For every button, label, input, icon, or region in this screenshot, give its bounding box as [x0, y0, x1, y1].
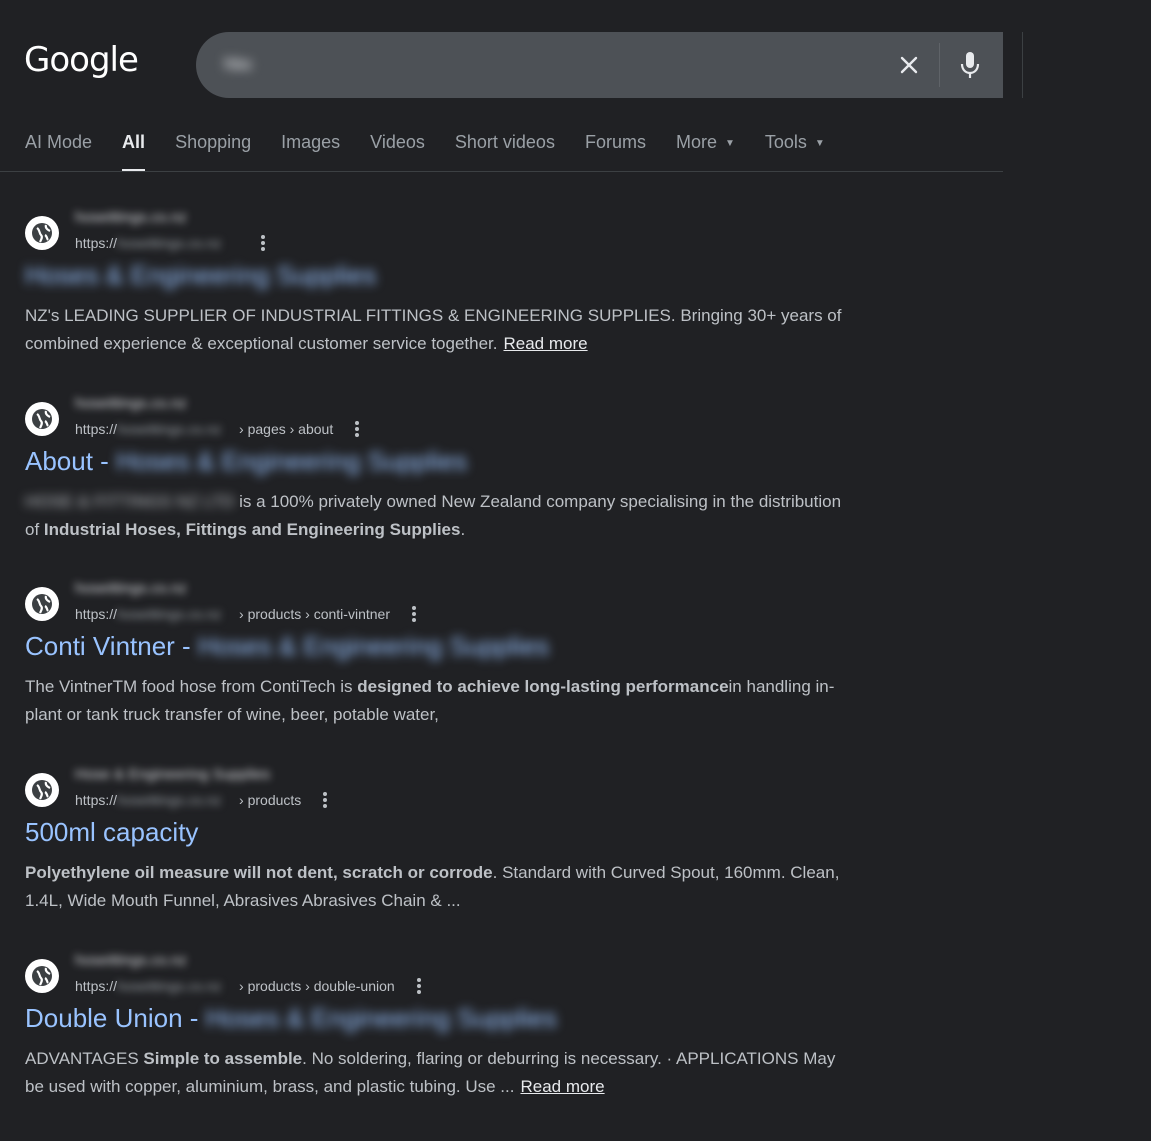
- url-domain: hoseittings.co.nz: [117, 978, 222, 994]
- snippet-text: NZ's LEADING SUPPLIER OF INDUSTRIAL FITT…: [25, 306, 842, 353]
- search-box[interactable]: hbc: [196, 32, 1003, 98]
- header: Google hbc AI Mode All Shopping Images V…: [0, 0, 1151, 172]
- more-options-icon[interactable]: [261, 235, 266, 251]
- url-prefix: https://: [75, 792, 118, 808]
- close-icon[interactable]: [894, 50, 924, 80]
- tab-forums[interactable]: Forums: [585, 132, 646, 172]
- url-domain: hoseittings.co.nz: [117, 606, 222, 622]
- url-path: › products: [239, 792, 302, 808]
- url-domain: hoseittings.co.nz: [117, 421, 222, 437]
- tab-short-videos[interactable]: Short videos: [455, 132, 555, 172]
- tab-label: Videos: [370, 132, 425, 152]
- title-text: About -: [25, 446, 117, 476]
- title-site: Hoses & Engineering Supplies: [25, 260, 377, 290]
- url-domain: hoseittings.co.nz: [117, 792, 222, 808]
- tab-label: Short videos: [454, 132, 555, 152]
- site-name: Hose & Engineering Supplies: [75, 766, 271, 783]
- result-title[interactable]: About - Hoses & Engineering Supplies: [25, 446, 467, 477]
- site-name: hoseittings.co.nz: [75, 580, 187, 597]
- globe-icon: [25, 402, 59, 436]
- search-tabs: AI Mode All Shopping Images Videos Short…: [25, 132, 855, 172]
- search-input[interactable]: hbc: [224, 54, 253, 75]
- globe-icon: [25, 773, 59, 807]
- caret-down-icon: ▼: [724, 138, 735, 149]
- result-snippet: Polyethylene oil measure will not dent, …: [25, 859, 855, 915]
- globe-icon: [25, 587, 59, 621]
- snippet-bold: Simple to assemble: [143, 1049, 303, 1068]
- result-title[interactable]: Conti Vintner - Hoses & Engineering Supp…: [25, 631, 549, 662]
- title-text: Double Union -: [25, 1003, 206, 1033]
- snippet-text: .: [460, 520, 466, 539]
- tab-all[interactable]: All: [122, 132, 146, 172]
- result-url[interactable]: https:// hoseittings.co.nz: [75, 235, 266, 251]
- url-prefix: https://: [75, 235, 118, 251]
- more-options-icon[interactable]: [355, 421, 360, 437]
- result-title[interactable]: Hoses & Engineering Supplies: [25, 260, 376, 291]
- tab-more[interactable]: More ▼: [676, 132, 735, 172]
- tab-label: Tools: [764, 132, 807, 152]
- url-domain: hoseittings.co.nz: [117, 235, 222, 251]
- more-options-icon[interactable]: [411, 606, 416, 622]
- snippet-bold: Polyethylene oil measure will not dent, …: [25, 863, 493, 882]
- title-text: 500ml capacity: [25, 817, 199, 847]
- google-logo[interactable]: Google: [24, 40, 139, 80]
- tab-label: AI Mode: [25, 132, 93, 152]
- title-site: Hoses & Engineering Supplies: [205, 1003, 557, 1033]
- tab-label: More: [675, 132, 717, 152]
- microphone-icon[interactable]: [958, 49, 982, 81]
- tabs-divider: [0, 171, 1003, 172]
- header-edge: [1022, 32, 1023, 98]
- result-url[interactable]: https:// hoseittings.co.nz › pages › abo…: [75, 421, 360, 437]
- result-snippet: The VintnerTM food hose from ContiTech i…: [25, 673, 855, 729]
- result-url[interactable]: https:// hoseittings.co.nz › products: [75, 792, 328, 808]
- tab-label: All: [122, 132, 146, 152]
- url-prefix: https://: [75, 978, 118, 994]
- result-url[interactable]: https:// hoseittings.co.nz › products › …: [75, 978, 421, 994]
- read-more-link[interactable]: Read more: [503, 334, 587, 353]
- url-prefix: https://: [75, 606, 118, 622]
- tab-images[interactable]: Images: [281, 132, 340, 172]
- snippet-bold: designed to achieve long-lasting perform…: [357, 677, 729, 696]
- more-options-icon[interactable]: [323, 792, 328, 808]
- tab-label: Images: [281, 132, 341, 152]
- url-prefix: https://: [75, 421, 118, 437]
- result-snippet: ADVANTAGES Simple to assemble. No solder…: [25, 1045, 855, 1101]
- tab-videos[interactable]: Videos: [370, 132, 425, 172]
- title-site: Hoses & Engineering Supplies: [116, 446, 468, 476]
- url-path: › products › double-union: [239, 978, 395, 994]
- result-snippet: NZ's LEADING SUPPLIER OF INDUSTRIAL FITT…: [25, 302, 855, 358]
- tab-shopping[interactable]: Shopping: [175, 132, 251, 172]
- more-options-icon[interactable]: [416, 978, 421, 994]
- tab-tools[interactable]: Tools ▼: [765, 132, 825, 172]
- snippet-company: HOSE & FITTINGS NZ LTD: [25, 492, 235, 511]
- title-site: Hoses & Engineering Supplies: [197, 631, 550, 661]
- result-title[interactable]: Double Union - Hoses & Engineering Suppl…: [25, 1003, 557, 1034]
- tab-label: Forums: [584, 132, 646, 152]
- globe-icon: [25, 959, 59, 993]
- site-name: hoseittings.co.nz: [75, 209, 187, 226]
- title-text: Conti Vintner -: [25, 631, 198, 661]
- result-url[interactable]: https:// hoseittings.co.nz › products › …: [75, 606, 416, 622]
- tab-ai-mode[interactable]: AI Mode: [25, 132, 92, 172]
- read-more-link[interactable]: Read more: [520, 1077, 604, 1096]
- caret-down-icon: ▼: [814, 138, 825, 149]
- result-title[interactable]: 500ml capacity: [25, 817, 198, 848]
- tab-label: Shopping: [175, 132, 252, 152]
- globe-icon: [25, 216, 59, 250]
- snippet-text: ADVANTAGES: [25, 1049, 144, 1068]
- url-path: › products › conti-vintner: [239, 606, 390, 622]
- snippet-text: The VintnerTM food hose from ContiTech i…: [25, 677, 358, 696]
- snippet-bold: Industrial Hoses, Fittings and Engineeri…: [43, 520, 461, 539]
- search-divider: [939, 43, 940, 87]
- url-path: › pages › about: [239, 421, 334, 437]
- site-name: hoseittings.co.nz: [75, 395, 187, 412]
- site-name: hoseittings.co.nz: [75, 952, 187, 969]
- result-snippet: HOSE & FITTINGS NZ LTD is a 100% private…: [25, 488, 855, 544]
